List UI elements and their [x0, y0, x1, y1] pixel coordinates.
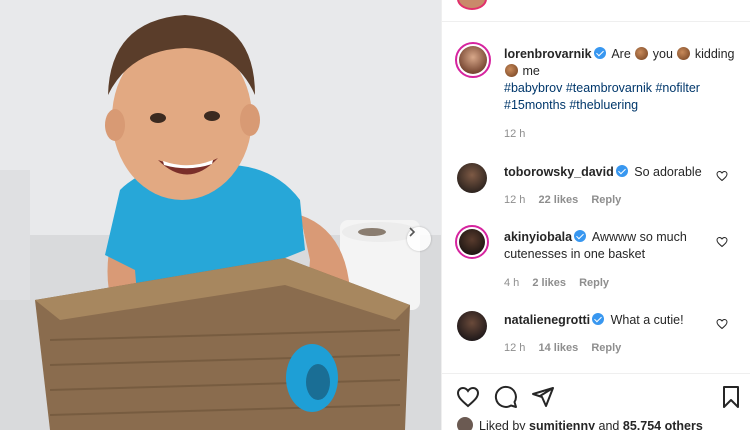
comment-1: toborowsky_david So adorable [504, 164, 709, 181]
comment-username[interactable]: akinyiobala [504, 230, 572, 244]
liker-avatar[interactable] [457, 417, 473, 430]
comment-time: 12 h [504, 194, 526, 206]
like-comment-heart-icon[interactable] [716, 170, 728, 182]
comment-likes[interactable]: 2 likes [532, 277, 566, 289]
comment-time: 4 h [504, 277, 520, 289]
comment-likes[interactable]: 14 likes [538, 342, 578, 354]
comment-username[interactable]: natalienegrotti [504, 313, 590, 327]
liked-by-summary: Liked by sumitjenny and 85,754 others [457, 417, 703, 430]
author-avatar-top[interactable] [457, 0, 487, 10]
commenter-avatar[interactable] [457, 311, 487, 341]
comment-2: akinyiobala Awwww so much cutenesses in … [504, 229, 709, 263]
caption-text: kidding [694, 47, 735, 61]
liked-by-label: Liked by [479, 419, 526, 430]
verified-badge-icon [592, 313, 605, 325]
bookmark-icon[interactable] [719, 385, 743, 409]
next-arrow-icon [409, 227, 416, 237]
post-photo[interactable] [0, 0, 441, 430]
liker-username[interactable]: sumitjenny [529, 419, 595, 430]
author-avatar[interactable] [455, 42, 491, 78]
caption-text: me [522, 64, 540, 78]
comment-text: So adorable [634, 165, 702, 179]
caption-username[interactable]: lorenbrovarnik [504, 47, 592, 61]
reply-button[interactable]: Reply [591, 342, 621, 354]
caption-meta: 12 h [504, 128, 525, 140]
like-comment-heart-icon[interactable] [716, 236, 728, 248]
baby-in-basket-image [0, 0, 441, 430]
comment-3: natalienegrotti What a cutie! [504, 312, 709, 329]
likes-count[interactable]: 85,754 others [623, 419, 703, 430]
share-icon[interactable] [531, 385, 555, 409]
comment-text: What a cutie! [610, 313, 684, 327]
caption-text: you [652, 47, 673, 61]
post-side-panel: lorenbrovarnik Are you kidding me #babyb… [441, 0, 750, 430]
comment-username[interactable]: toborowsky_david [504, 165, 614, 179]
like-comment-heart-icon[interactable] [716, 318, 728, 330]
emoji-icon [505, 64, 518, 77]
liked-by-and: and [598, 419, 620, 430]
comment-likes[interactable]: 22 likes [538, 194, 578, 206]
emoji-icon [635, 47, 649, 60]
caption-text: Are [611, 47, 631, 61]
commenter-avatar[interactable] [457, 163, 487, 193]
comment-time: 12 h [504, 342, 526, 354]
caption-hashtags[interactable]: #babybrov #teambrovarnik #nofilter [504, 81, 700, 95]
comment-icon[interactable] [494, 385, 518, 409]
caption-hashtags[interactable]: #15months #thebluering [504, 98, 638, 112]
commenter-avatar[interactable] [455, 225, 489, 259]
emoji-icon [677, 47, 691, 60]
post-caption: lorenbrovarnik Are you kidding me #babyb… [504, 46, 744, 114]
heart-icon[interactable] [456, 385, 480, 409]
verified-badge-icon [593, 47, 606, 59]
caption-time: 12 h [504, 128, 526, 140]
reply-button[interactable]: Reply [591, 194, 621, 206]
comment-2-meta: 4 h 2 likes Reply [504, 277, 609, 289]
comment-1-meta: 12 h 22 likes Reply [504, 194, 621, 206]
post-header-strip [442, 0, 750, 22]
next-photo-button[interactable] [407, 227, 431, 251]
verified-badge-icon [615, 165, 628, 177]
reply-button[interactable]: Reply [579, 277, 609, 289]
verified-badge-icon [574, 230, 587, 242]
comment-3-meta: 12 h 14 likes Reply [504, 342, 621, 354]
